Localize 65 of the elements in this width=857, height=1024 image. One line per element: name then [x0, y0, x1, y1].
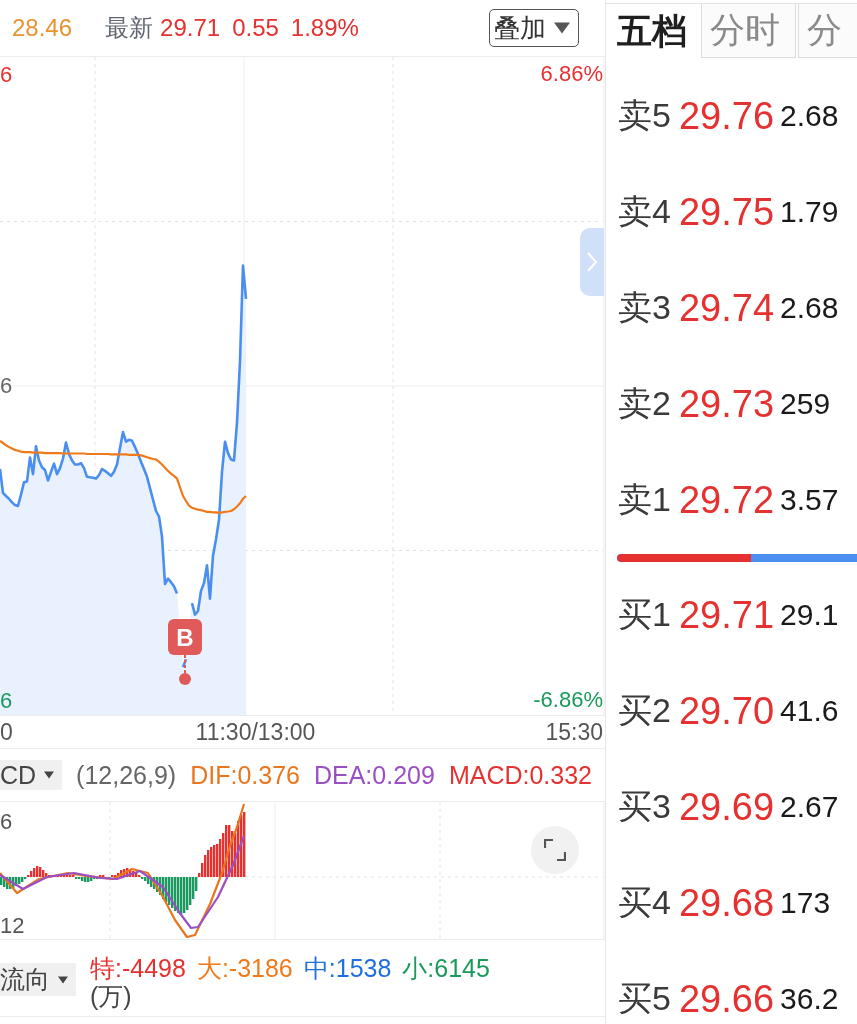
order-volume: 1.79 — [780, 195, 839, 229]
side-panel-toggle[interactable] — [580, 228, 604, 296]
fund-flow-unit: (万) — [90, 982, 132, 1010]
order-price: 29.76 — [678, 94, 774, 138]
order-price: 29.73 — [678, 382, 774, 426]
order-volume: 29.1 — [780, 598, 839, 632]
chevron-right-icon — [587, 252, 597, 272]
percent-axis-label: -6.86% — [533, 688, 603, 713]
caret-down-icon — [554, 22, 570, 34]
indicator-value: DEA:0.209 — [313, 760, 435, 790]
order-price: 29.68 — [678, 881, 774, 925]
order-level-label: 买1 — [618, 594, 671, 635]
order-level-label: 买2 — [618, 690, 671, 731]
order-volume: 41.6 — [780, 694, 839, 728]
expand-icon — [544, 839, 566, 861]
order-level-label: 买4 — [618, 882, 671, 923]
order-price: 29.69 — [678, 785, 774, 829]
order-volume: 2.68 — [780, 291, 839, 325]
order-level-label: 卖1 — [618, 479, 671, 520]
indicator-params: (12,26,9) — [76, 760, 177, 790]
fullscreen-button[interactable] — [531, 826, 579, 874]
percent-axis-label: 6.86% — [540, 62, 603, 87]
fund-flow-value: 特:-4498 — [90, 954, 186, 982]
order-volume: 2.68 — [780, 99, 839, 133]
order-volume: 259 — [780, 387, 831, 421]
order-price: 29.72 — [678, 478, 774, 522]
time-axis-label: 15:30 — [545, 719, 603, 745]
order-volume: 2.67 — [780, 790, 839, 824]
order-price: 29.74 — [678, 286, 774, 330]
order-level-label: 买3 — [618, 786, 671, 827]
order-price: 29.66 — [678, 977, 774, 1021]
latest-price-label: 最新 — [105, 13, 154, 43]
fund-flow-value: 小:6145 — [402, 954, 490, 982]
order-price: 29.71 — [678, 593, 774, 637]
fund-flow-value: 大:-3186 — [196, 954, 293, 982]
order-level-label: 买5 — [618, 978, 671, 1019]
order-price: 29.75 — [678, 190, 774, 234]
price-axis-label: 6 — [0, 63, 13, 87]
order-volume: 173 — [780, 886, 831, 920]
macd-axis-label: 6 — [0, 810, 13, 834]
fund-flow-value: 中:1538 — [303, 954, 392, 982]
fund-flow-dropdown[interactable]: 流向 — [0, 963, 76, 996]
overlay-dropdown[interactable]: 叠加 — [489, 9, 579, 47]
price-change-value: 0.55 — [232, 14, 279, 42]
order-volume: 36.2 — [780, 982, 839, 1016]
order-level-label: 卖3 — [618, 287, 671, 328]
order-price: 29.70 — [678, 689, 774, 733]
order-level-label: 卖5 — [618, 95, 671, 136]
order-volume: 3.57 — [780, 483, 839, 517]
time-axis-label: 0 — [0, 719, 13, 745]
caret-down-icon — [58, 975, 68, 984]
latest-price-value: 29.71 — [160, 14, 221, 42]
indicator-value: MACD:0.332 — [448, 760, 592, 790]
price-axis-label: 6 — [0, 374, 13, 398]
order-level-label: 卖2 — [618, 383, 671, 424]
macd-axis-label: 12 — [0, 914, 25, 938]
price-axis-label: 6 — [0, 689, 13, 713]
average-price-value: 28.46 — [12, 14, 73, 42]
time-axis-label: 11:30/13:00 — [195, 719, 316, 745]
caret-down-icon — [44, 771, 55, 779]
price-change-percent: 1.89% — [290, 14, 359, 42]
indicator-dropdown[interactable]: CD — [0, 760, 63, 790]
order-level-label: 卖4 — [618, 191, 671, 232]
indicator-value: DIF:0.376 — [190, 760, 300, 790]
annotation: B — [176, 624, 194, 652]
